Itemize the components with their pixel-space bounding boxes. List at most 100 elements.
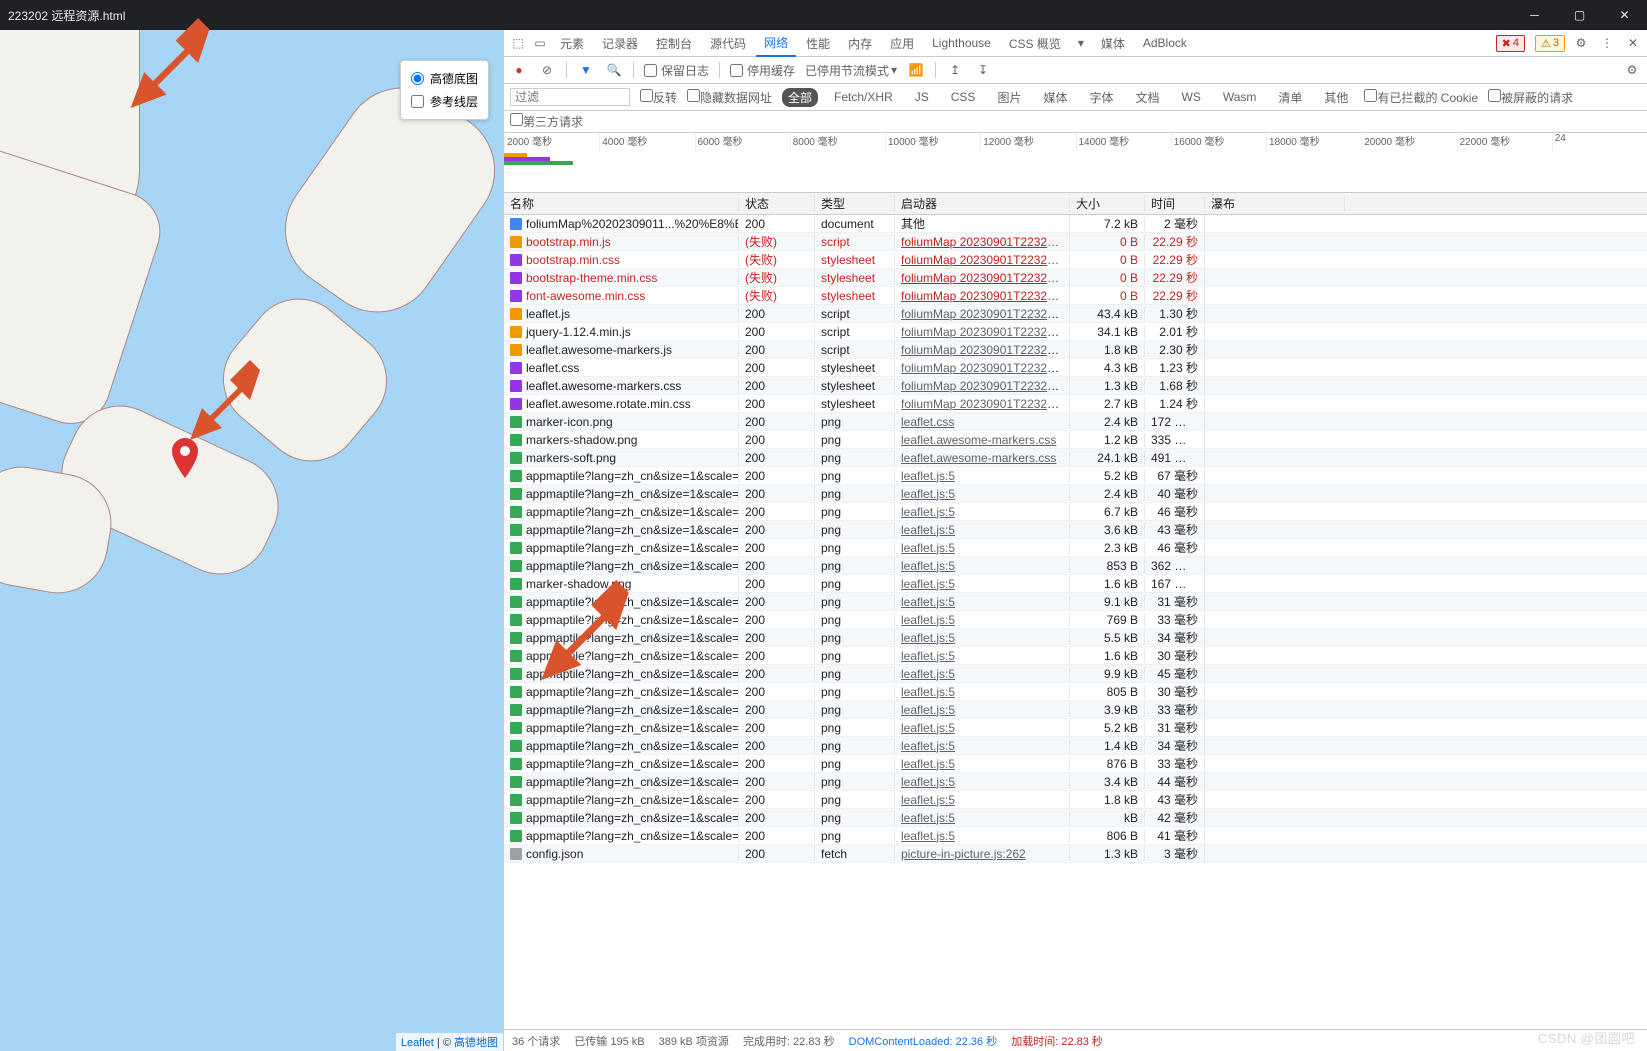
table-row[interactable]: appmaptile?lang=zh_cn&size=1&scale=1&sty…: [504, 683, 1647, 701]
table-row[interactable]: appmaptile?lang=zh_cn&size=1&scale=1&sty…: [504, 809, 1647, 827]
tab-lighthouse[interactable]: Lighthouse: [924, 32, 999, 54]
hide-data-checkbox[interactable]: 隐藏数据网址: [687, 89, 772, 106]
blocked-reqs-checkbox[interactable]: 被屏蔽的请求: [1488, 89, 1573, 106]
filter-other[interactable]: 其他: [1318, 88, 1354, 107]
table-row[interactable]: appmaptile?lang=zh_cn&size=1&scale=1&sty…: [504, 467, 1647, 485]
initiator-link[interactable]: leaflet.js:5: [901, 559, 955, 573]
tab-media[interactable]: 媒体: [1093, 31, 1133, 56]
initiator-link[interactable]: foliumMap 20230901T223202 远程...: [901, 397, 1070, 411]
initiator-link[interactable]: leaflet.js:5: [901, 739, 955, 753]
chevron-down-icon[interactable]: ▾: [1071, 36, 1091, 50]
initiator-link[interactable]: leaflet.js:5: [901, 523, 955, 537]
table-row[interactable]: appmaptile?lang=zh_cn&size=1&scale=1&sty…: [504, 755, 1647, 773]
initiator-link[interactable]: leaflet.js:5: [901, 505, 955, 519]
network-table[interactable]: 名称 状态 类型 启动器 大小 时间 瀑布 foliumMap%20202309…: [504, 193, 1647, 1029]
initiator-link[interactable]: leaflet.js:5: [901, 811, 955, 825]
table-row[interactable]: markers-soft.png200pngleaflet.awesome-ma…: [504, 449, 1647, 467]
initiator-link[interactable]: foliumMap 20230901T223202 远程...: [901, 271, 1070, 285]
table-row[interactable]: marker-shadow.png200pngleaflet.js:51.6 k…: [504, 575, 1647, 593]
table-row[interactable]: leaflet.awesome-markers.css200stylesheet…: [504, 377, 1647, 395]
table-row[interactable]: appmaptile?lang=zh_cn&size=1&scale=1&sty…: [504, 701, 1647, 719]
layer-ref-checkbox[interactable]: 参考线层: [411, 90, 478, 113]
initiator-link[interactable]: foliumMap 20230901T223202 远程...: [901, 253, 1070, 267]
filter-input[interactable]: [510, 88, 630, 106]
table-row[interactable]: appmaptile?lang=zh_cn&size=1&scale=1&sty…: [504, 647, 1647, 665]
initiator-link[interactable]: leaflet.awesome-markers.css: [901, 433, 1056, 447]
preserve-log-checkbox[interactable]: 保留日志: [644, 62, 709, 79]
table-row[interactable]: leaflet.awesome-markers.js200scriptfoliu…: [504, 341, 1647, 359]
initiator-link[interactable]: leaflet.js:5: [901, 703, 955, 717]
initiator-link[interactable]: leaflet.js:5: [901, 631, 955, 645]
filter-media[interactable]: 媒体: [1037, 88, 1073, 107]
initiator-link[interactable]: foliumMap 20230901T223202 远程...: [901, 379, 1070, 393]
tab-cssoverview[interactable]: CSS 概览: [1001, 31, 1069, 56]
close-button[interactable]: ✕: [1602, 0, 1647, 30]
table-row[interactable]: leaflet.js200scriptfoliumMap 20230901T22…: [504, 305, 1647, 323]
layer-control[interactable]: 高德底图 参考线层: [400, 60, 489, 120]
table-row[interactable]: appmaptile?lang=zh_cn&size=1&scale=1&sty…: [504, 737, 1647, 755]
initiator-link[interactable]: leaflet.js:5: [901, 487, 955, 501]
close-icon[interactable]: ✕: [1623, 36, 1643, 50]
third-party-checkbox[interactable]: 第三方请求: [510, 113, 583, 130]
table-row[interactable]: appmaptile?lang=zh_cn&size=1&scale=1&sty…: [504, 593, 1647, 611]
wifi-icon[interactable]: 📶: [907, 61, 925, 79]
filter-manifest[interactable]: 清单: [1272, 88, 1308, 107]
initiator-link[interactable]: leaflet.js:5: [901, 541, 955, 555]
table-row[interactable]: appmaptile?lang=zh_cn&size=1&scale=1&sty…: [504, 791, 1647, 809]
table-row[interactable]: appmaptile?lang=zh_cn&size=1&scale=1&sty…: [504, 485, 1647, 503]
download-icon[interactable]: ↧: [974, 61, 992, 79]
table-row[interactable]: foliumMap%20202309011...%20%E8%BF...200d…: [504, 215, 1647, 233]
more-icon[interactable]: ⋮: [1597, 36, 1617, 50]
initiator-link[interactable]: foliumMap 20230901T223202 远程...: [901, 343, 1070, 357]
table-row[interactable]: bootstrap.min.css(失败)stylesheetfoliumMap…: [504, 251, 1647, 269]
filter-img[interactable]: 图片: [991, 88, 1027, 107]
initiator-link[interactable]: leaflet.js:5: [901, 721, 955, 735]
filter-doc[interactable]: 文档: [1129, 88, 1165, 107]
inspect-icon[interactable]: ⬚: [508, 36, 528, 50]
tab-performance[interactable]: 性能: [798, 31, 838, 56]
initiator-link[interactable]: foliumMap 20230901T223202 远程...: [901, 325, 1070, 339]
maximize-button[interactable]: ▢: [1557, 0, 1602, 30]
table-row[interactable]: appmaptile?lang=zh_cn&size=1&scale=1&sty…: [504, 521, 1647, 539]
blocked-cookies-checkbox[interactable]: 有已拦截的 Cookie: [1364, 89, 1478, 106]
table-row[interactable]: appmaptile?lang=zh_cn&size=1&scale=1&sty…: [504, 827, 1647, 845]
tab-adblock[interactable]: AdBlock: [1135, 32, 1195, 54]
table-row[interactable]: appmaptile?lang=zh_cn&size=1&scale=1&sty…: [504, 629, 1647, 647]
filter-toggle-icon[interactable]: ▼: [577, 61, 595, 79]
col-status[interactable]: 状态: [739, 195, 815, 212]
table-row[interactable]: leaflet.css200stylesheetfoliumMap 202309…: [504, 359, 1647, 377]
table-row[interactable]: leaflet.awesome.rotate.min.css200stylesh…: [504, 395, 1647, 413]
initiator-link[interactable]: leaflet.awesome-markers.css: [901, 451, 1056, 465]
initiator-link[interactable]: leaflet.js:5: [901, 595, 955, 609]
clear-button[interactable]: ⊘: [538, 61, 556, 79]
table-row[interactable]: appmaptile?lang=zh_cn&size=1&scale=1&sty…: [504, 557, 1647, 575]
warning-count-badge[interactable]: ⚠ 3: [1535, 35, 1565, 52]
col-waterfall[interactable]: 瀑布: [1205, 195, 1345, 212]
col-type[interactable]: 类型: [815, 195, 895, 212]
table-row[interactable]: appmaptile?lang=zh_cn&size=1&scale=1&sty…: [504, 773, 1647, 791]
initiator-link[interactable]: leaflet.js:5: [901, 757, 955, 771]
table-row[interactable]: font-awesome.min.css(失败)stylesheetfolium…: [504, 287, 1647, 305]
initiator-link[interactable]: foliumMap 20230901T223202 远程...: [901, 361, 1070, 375]
col-time[interactable]: 时间: [1145, 195, 1205, 212]
filter-wasm[interactable]: Wasm: [1217, 89, 1263, 105]
col-size[interactable]: 大小: [1070, 195, 1145, 212]
tab-recorder[interactable]: 记录器: [594, 31, 646, 56]
tab-console[interactable]: 控制台: [648, 31, 700, 56]
invert-checkbox[interactable]: 反转: [640, 89, 677, 106]
throttle-dropdown[interactable]: 已停用节流模式 ▾: [805, 62, 897, 79]
table-row[interactable]: appmaptile?lang=zh_cn&size=1&scale=1&sty…: [504, 503, 1647, 521]
record-button[interactable]: ●: [510, 61, 528, 79]
initiator-link[interactable]: leaflet.js:5: [901, 613, 955, 627]
initiator-link[interactable]: foliumMap 20230901T223202 远程...: [901, 307, 1070, 321]
search-icon[interactable]: 🔍: [605, 61, 623, 79]
filter-css[interactable]: CSS: [945, 89, 982, 105]
amap-link[interactable]: 高德地图: [454, 1037, 498, 1049]
initiator-link[interactable]: leaflet.js:5: [901, 793, 955, 807]
upload-icon[interactable]: ↥: [946, 61, 964, 79]
table-row[interactable]: appmaptile?lang=zh_cn&size=1&scale=1&sty…: [504, 665, 1647, 683]
tab-memory[interactable]: 内存: [840, 31, 880, 56]
filter-fetch[interactable]: Fetch/XHR: [828, 89, 899, 105]
tab-application[interactable]: 应用: [882, 31, 922, 56]
gear-icon[interactable]: ⚙: [1571, 36, 1591, 50]
